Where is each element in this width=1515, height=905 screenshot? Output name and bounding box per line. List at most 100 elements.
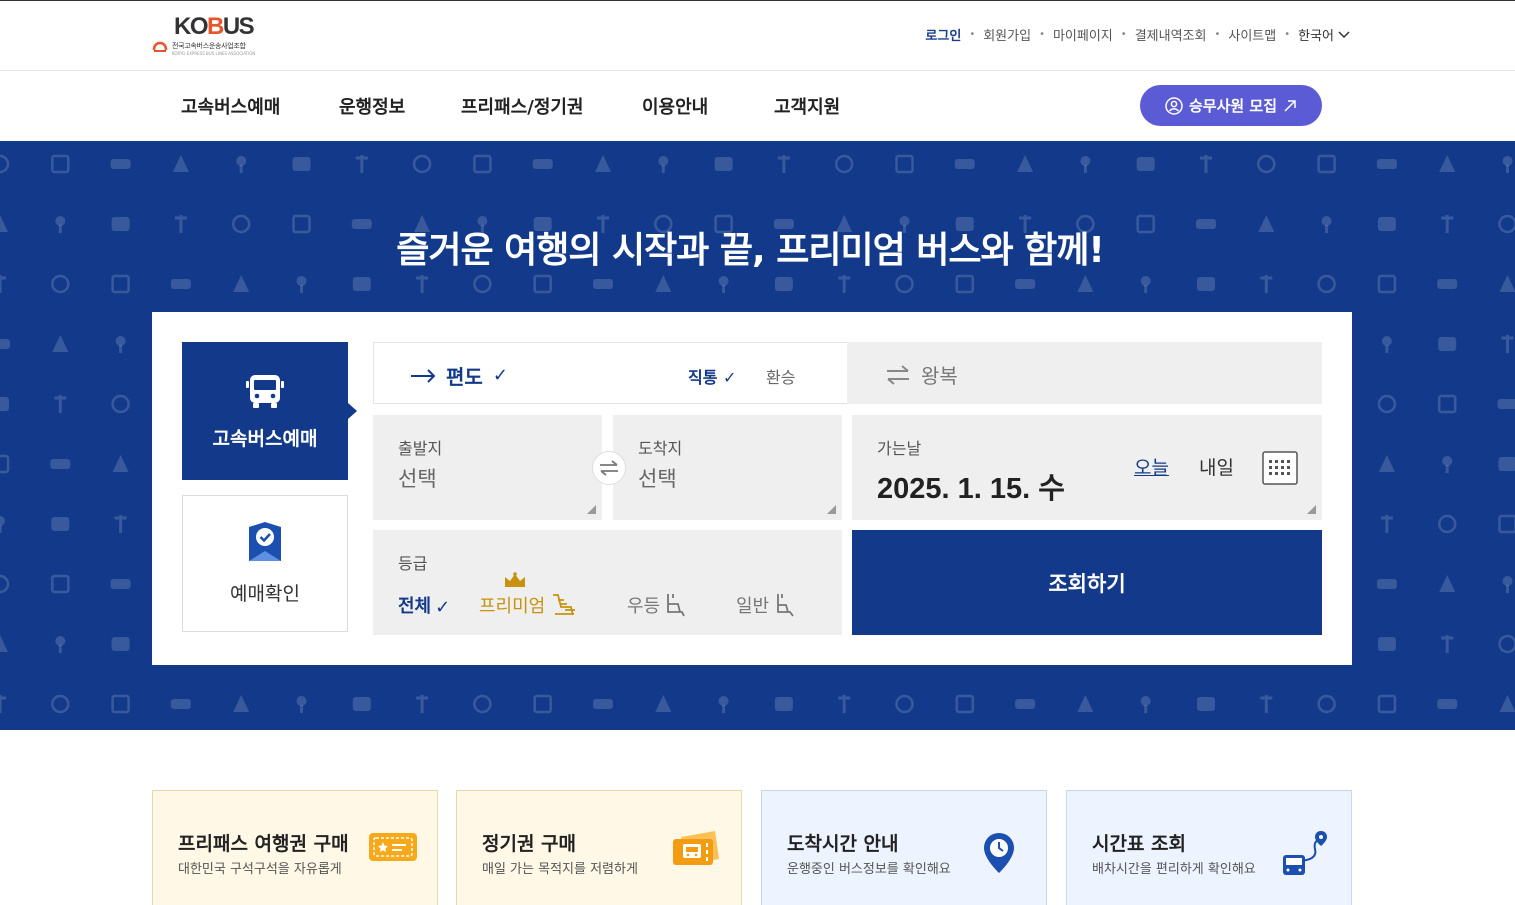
- separator-dot: •: [1120, 29, 1127, 40]
- search-button[interactable]: 조회하기: [852, 530, 1322, 635]
- date-value: 2025. 1. 15. 수: [877, 473, 1065, 505]
- grade-general-label: 일반: [736, 596, 770, 617]
- departure-value: 선택: [398, 467, 437, 491]
- pattern-icon: [1376, 159, 1397, 169]
- pattern-icon: [111, 274, 130, 294]
- sitemap-link[interactable]: 사이트맵: [1228, 25, 1276, 44]
- grade-general-option[interactable]: 일반: [736, 592, 797, 618]
- pattern-icon: [170, 699, 191, 709]
- excellent-seat-icon: [667, 594, 685, 617]
- pattern-icon: [111, 637, 130, 651]
- pattern-icon: [412, 154, 432, 174]
- pattern-icon: [416, 275, 429, 293]
- grade-premium-label: 프리미엄: [479, 596, 546, 617]
- route-transfer-option[interactable]: 환승: [766, 364, 795, 388]
- pattern-icon: [292, 157, 311, 171]
- tab-bus-booking-label: 고속버스예매: [212, 427, 318, 450]
- grade-label: 등급: [398, 554, 428, 573]
- pattern-icon: [355, 155, 368, 173]
- pattern-icon: [0, 635, 8, 652]
- pattern-icon: [1200, 155, 1212, 173]
- calendar-icon[interactable]: [1262, 451, 1298, 485]
- nav-item-guide[interactable]: 이용안내: [642, 93, 708, 119]
- card-title: 프리패스 여행권 구매: [178, 833, 349, 855]
- pattern-icon: [655, 275, 672, 292]
- pattern-icon: [1498, 634, 1515, 654]
- payment-history-link[interactable]: 결제내역조회: [1135, 25, 1207, 44]
- pattern-icon: [0, 695, 6, 713]
- pattern-icon: [1140, 276, 1151, 293]
- pattern-icon: [1377, 637, 1396, 651]
- grade-field: 등급 전체 ✓ 프리미엄 우등 일반: [373, 530, 842, 635]
- pattern-icon: [1077, 695, 1094, 712]
- pattern-icon: [1317, 694, 1336, 714]
- nav-item-support[interactable]: 고객지원: [774, 93, 840, 119]
- date-field[interactable]: 가는날 2025. 1. 15. 수 오늘 내일: [852, 415, 1322, 520]
- chevron-down-icon: [1338, 30, 1350, 38]
- logo-subtitle: 전국고속버스운송사업조합: [172, 42, 246, 50]
- pattern-icon: [777, 155, 790, 173]
- pattern-icon: [1381, 336, 1392, 353]
- nav-item-freepass[interactable]: 프리패스/정기권: [461, 93, 584, 119]
- pattern-icon: [55, 636, 66, 653]
- route-direct-option[interactable]: 직통 ✓: [688, 364, 736, 388]
- login-link[interactable]: 로그인: [925, 25, 961, 44]
- pattern-icon: [0, 397, 9, 411]
- pattern-icon: [718, 276, 729, 293]
- pattern-icon: [1080, 156, 1091, 173]
- arrival-field[interactable]: 도착지 선택: [613, 415, 842, 520]
- recruit-button[interactable]: 승무사원 모집: [1140, 85, 1322, 126]
- corner-marker: [1307, 505, 1316, 514]
- pattern-icon: [233, 695, 250, 712]
- arrival-value: 선택: [638, 467, 677, 491]
- pattern-icon: [774, 277, 793, 291]
- quick-card-freepass[interactable]: 프리패스 여행권 구매 대한민국 구석구석을 자유롭게: [152, 790, 438, 905]
- freepass-ticket-icon: [369, 833, 417, 861]
- pattern-icon: [233, 275, 250, 292]
- pattern-icon: [0, 516, 5, 533]
- pattern-icon: [170, 279, 191, 289]
- grade-excellent-label: 우등: [627, 596, 661, 617]
- swap-locations-button[interactable]: [592, 451, 626, 485]
- quick-card-arrival-time[interactable]: 도착시간 안내 운행중인 버스정보를 확인해요: [761, 790, 1047, 905]
- trip-oneway-option[interactable]: 편도 ✓ 직통 ✓ 환승: [373, 342, 847, 404]
- pattern-icon: [1439, 155, 1456, 172]
- tab-booking-confirm[interactable]: 예매확인: [182, 495, 348, 632]
- swap-arrows-icon: [887, 364, 909, 385]
- pattern-icon: [1377, 694, 1397, 714]
- tab-bus-booking[interactable]: 고속버스예매: [182, 342, 357, 480]
- ticket-check-icon: [249, 522, 281, 561]
- pattern-icon: [955, 274, 975, 294]
- quick-card-season-pass[interactable]: 정기권 구매 매일 가는 목적지를 저렴하게: [456, 790, 742, 905]
- quick-card-timetable[interactable]: 시간표 조회 배차시간을 편리하게 확인해요: [1066, 790, 1352, 905]
- premium-seat-icon: [553, 594, 576, 616]
- pattern-icon: [1136, 157, 1155, 171]
- tomorrow-button[interactable]: 내일: [1199, 453, 1234, 480]
- nav-item-bus-booking[interactable]: 고속버스예매: [181, 93, 280, 119]
- roundtrip-label: 왕복: [921, 364, 958, 388]
- grade-premium-option[interactable]: 프리미엄: [479, 592, 577, 618]
- departure-field[interactable]: 출발지 선택: [373, 415, 602, 520]
- grade-all-option[interactable]: 전체 ✓: [398, 592, 450, 618]
- pattern-icon: [51, 517, 70, 531]
- separator-dot: •: [1284, 29, 1291, 40]
- pattern-icon: [1497, 399, 1515, 409]
- grade-excellent-option[interactable]: 우등: [627, 592, 688, 618]
- mypage-link[interactable]: 마이페이지: [1053, 25, 1113, 44]
- pattern-icon: [1502, 576, 1513, 593]
- nav-item-operation-info[interactable]: 운행정보: [339, 93, 405, 119]
- pattern-icon: [50, 459, 71, 469]
- pattern-icon: [473, 694, 492, 714]
- pattern-icon: [593, 699, 613, 709]
- card-subtitle: 배차시간을 편리하게 확인해요: [1092, 862, 1256, 877]
- pattern-icon: [52, 335, 69, 352]
- kobus-logo[interactable]: KOBUS 전국고속버스운송사업조합 KORYO EXPRESS BUS LIN…: [152, 13, 262, 59]
- trip-roundtrip-option[interactable]: 왕복: [885, 360, 958, 389]
- language-selector[interactable]: 한국어: [1298, 25, 1350, 44]
- pattern-icon: [1437, 514, 1457, 534]
- pattern-icon: [1498, 514, 1515, 534]
- today-button[interactable]: 오늘: [1134, 453, 1169, 480]
- signup-link[interactable]: 회원가입: [983, 25, 1031, 44]
- pattern-icon: [1437, 394, 1457, 414]
- pattern-icon: [1376, 579, 1397, 589]
